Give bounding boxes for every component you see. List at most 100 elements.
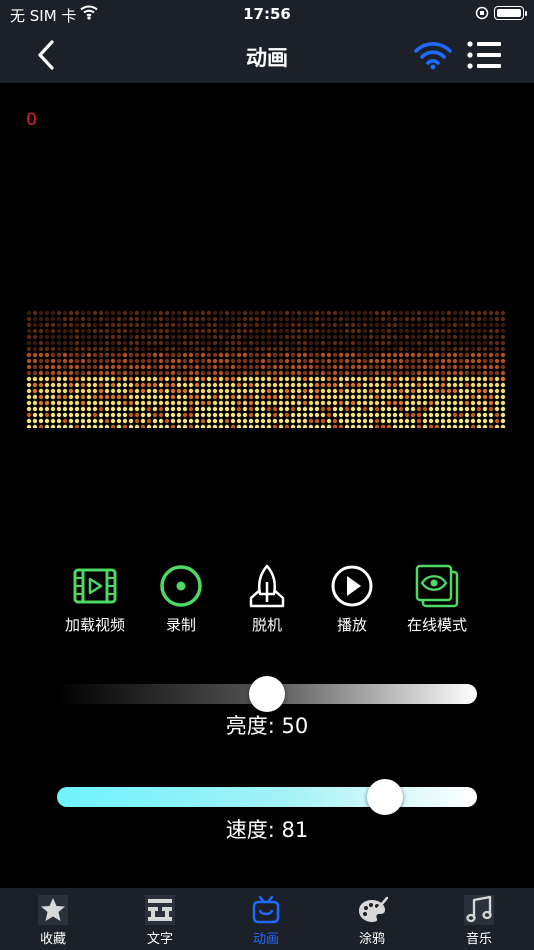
led-dot — [338, 322, 344, 328]
led-dot — [32, 328, 38, 334]
led-dot — [80, 364, 86, 370]
led-dot — [164, 346, 170, 352]
load-video-button[interactable]: 加载视频 — [50, 562, 140, 635]
led-dot — [212, 340, 218, 346]
led-dot — [440, 406, 446, 412]
led-dot — [494, 382, 500, 388]
led-dot — [182, 400, 188, 406]
led-dot — [464, 400, 470, 406]
led-dot — [74, 406, 80, 412]
led-dot — [164, 328, 170, 334]
speed-slider-thumb[interactable] — [366, 779, 403, 815]
led-dot — [392, 406, 398, 412]
led-dot — [470, 322, 476, 328]
led-dot — [482, 382, 488, 388]
led-dot — [308, 322, 314, 328]
led-dot — [92, 424, 98, 428]
led-dot — [500, 340, 506, 346]
led-dot — [182, 334, 188, 340]
led-dot — [26, 418, 32, 424]
led-dot — [260, 388, 266, 394]
led-dot — [248, 322, 254, 328]
led-dot — [296, 382, 302, 388]
led-dot — [104, 370, 110, 376]
led-dot — [74, 370, 80, 376]
led-dot — [62, 346, 68, 352]
tab-animation[interactable]: 动画 — [231, 894, 301, 947]
led-dot — [356, 412, 362, 418]
led-dot — [482, 310, 488, 316]
led-dot — [254, 382, 260, 388]
led-dot — [194, 316, 200, 322]
led-dot — [452, 322, 458, 328]
brightness-slider[interactable] — [57, 676, 477, 712]
led-dot — [488, 400, 494, 406]
menu-list-icon[interactable] — [466, 40, 502, 70]
led-dot — [188, 316, 194, 322]
led-dot — [92, 400, 98, 406]
tab-music[interactable]: 音乐 — [444, 894, 514, 947]
led-dot — [248, 328, 254, 334]
tab-graffiti[interactable]: 涂鸦 — [337, 894, 407, 947]
play-button[interactable]: 播放 — [307, 562, 397, 635]
led-dot — [164, 334, 170, 340]
record-button[interactable]: 录制 — [136, 562, 226, 635]
led-dot — [380, 412, 386, 418]
led-dot — [188, 322, 194, 328]
led-dot — [230, 352, 236, 358]
led-dot — [320, 412, 326, 418]
led-dot — [218, 322, 224, 328]
led-dot — [98, 346, 104, 352]
online-mode-button[interactable]: 在线模式 — [392, 562, 482, 635]
led-dot — [230, 406, 236, 412]
led-dot — [464, 322, 470, 328]
led-dot — [350, 382, 356, 388]
led-dot — [74, 340, 80, 346]
led-dot — [92, 412, 98, 418]
led-dot — [68, 328, 74, 334]
led-dot — [38, 376, 44, 382]
led-dot — [374, 358, 380, 364]
led-dot — [44, 310, 50, 316]
led-dot — [404, 328, 410, 334]
led-dot — [290, 382, 296, 388]
led-dot — [380, 352, 386, 358]
led-dot — [386, 424, 392, 428]
led-dot — [230, 358, 236, 364]
led-dot — [68, 418, 74, 424]
led-dot — [440, 364, 446, 370]
led-dot — [206, 418, 212, 424]
led-dot — [212, 364, 218, 370]
led-dot — [152, 340, 158, 346]
led-dot — [146, 340, 152, 346]
led-dot — [152, 322, 158, 328]
led-dot — [110, 322, 116, 328]
led-dot — [260, 328, 266, 334]
led-dot — [38, 418, 44, 424]
led-dot — [116, 334, 122, 340]
led-dot — [314, 400, 320, 406]
led-dot — [140, 346, 146, 352]
led-dot — [266, 388, 272, 394]
led-dot — [140, 382, 146, 388]
led-dot — [116, 364, 122, 370]
led-dot — [218, 346, 224, 352]
led-dot — [470, 328, 476, 334]
led-dot — [62, 406, 68, 412]
led-dot — [248, 346, 254, 352]
led-dot — [422, 412, 428, 418]
led-dot — [194, 388, 200, 394]
tab-text[interactable]: 文字 — [125, 894, 195, 947]
brightness-slider-thumb[interactable] — [249, 676, 285, 712]
led-dot — [284, 310, 290, 316]
offline-button[interactable]: 脱机 — [222, 562, 312, 635]
led-dot — [200, 358, 206, 364]
led-dot — [242, 412, 248, 418]
led-dot — [116, 400, 122, 406]
led-dot — [86, 418, 92, 424]
tab-favorites[interactable]: 收藏 — [18, 894, 88, 947]
speed-slider[interactable] — [57, 779, 477, 815]
wifi-connect-icon[interactable] — [414, 40, 452, 70]
led-dot — [338, 382, 344, 388]
led-dot — [452, 370, 458, 376]
